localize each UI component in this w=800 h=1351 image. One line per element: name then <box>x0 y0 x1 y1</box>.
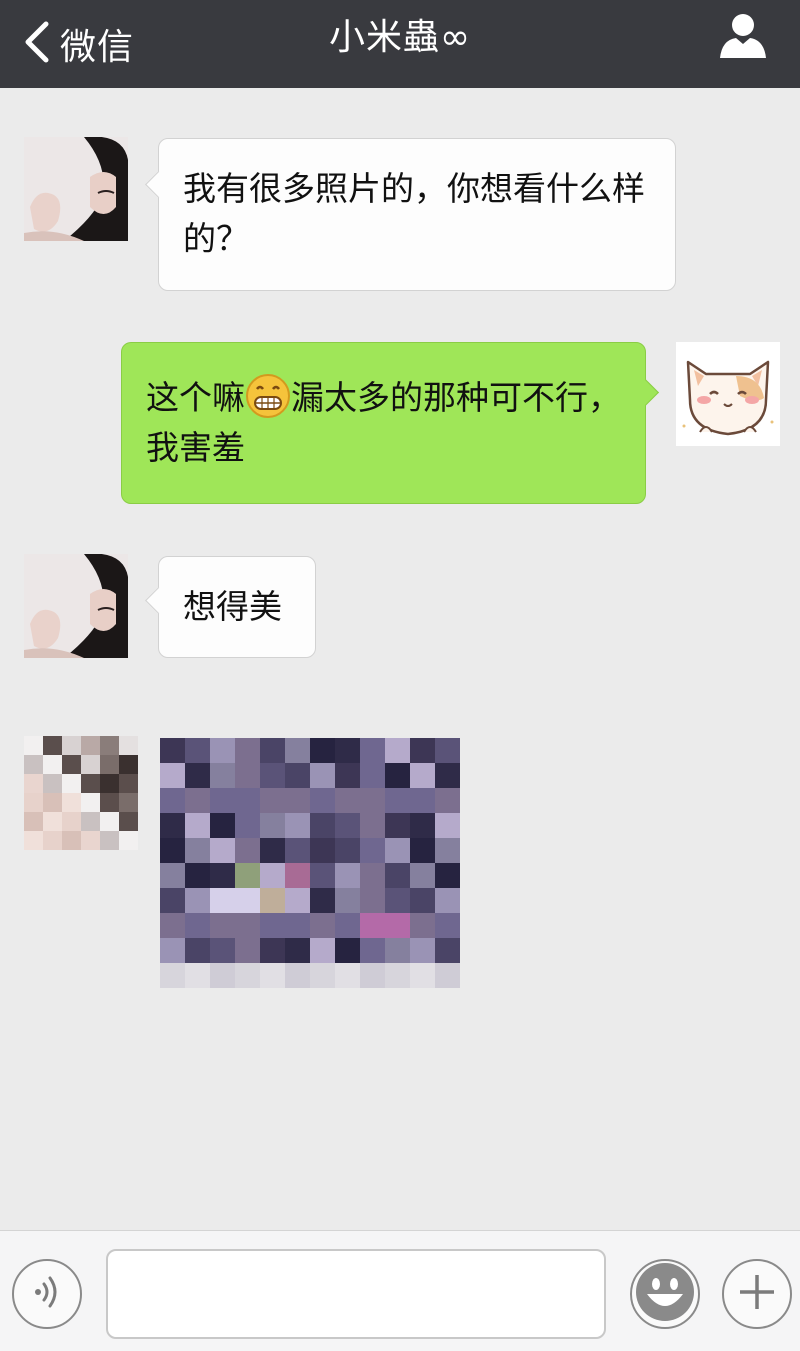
emoji-button[interactable] <box>630 1259 700 1329</box>
my-avatar[interactable] <box>676 342 780 446</box>
input-bar <box>0 1230 800 1351</box>
contact-avatar-pixelated[interactable] <box>24 736 138 850</box>
outgoing-message-bubble: 这个嘛 漏太多的那种可不行，我害羞 <box>121 342 659 504</box>
voice-button[interactable] <box>12 1259 82 1329</box>
grinning-face-emoji <box>245 373 291 419</box>
message-text: 我有很多照片的，你想看什么样的？ <box>183 169 645 258</box>
plus-icon <box>737 1272 777 1316</box>
contact-avatar[interactable] <box>24 554 128 658</box>
person-icon <box>718 14 768 64</box>
incoming-message-bubble: 想得美 <box>145 556 316 658</box>
more-button[interactable] <box>722 1259 792 1329</box>
chat-title: 小米蟲∞ <box>329 17 471 58</box>
smiley-icon <box>635 1262 695 1326</box>
top-bar: 微信 小米蟲∞ <box>0 0 800 88</box>
pixelated-photo-message[interactable] <box>160 738 460 988</box>
message-text: 想得美 <box>183 587 282 626</box>
voice-icon <box>27 1272 67 1316</box>
message-input[interactable] <box>106 1249 606 1339</box>
profile-button[interactable] <box>718 10 768 60</box>
incoming-message-bubble: 我有很多照片的，你想看什么样的？ <box>145 138 676 291</box>
contact-avatar[interactable] <box>24 137 128 241</box>
message-text-part1: 这个嘛 <box>146 378 245 417</box>
